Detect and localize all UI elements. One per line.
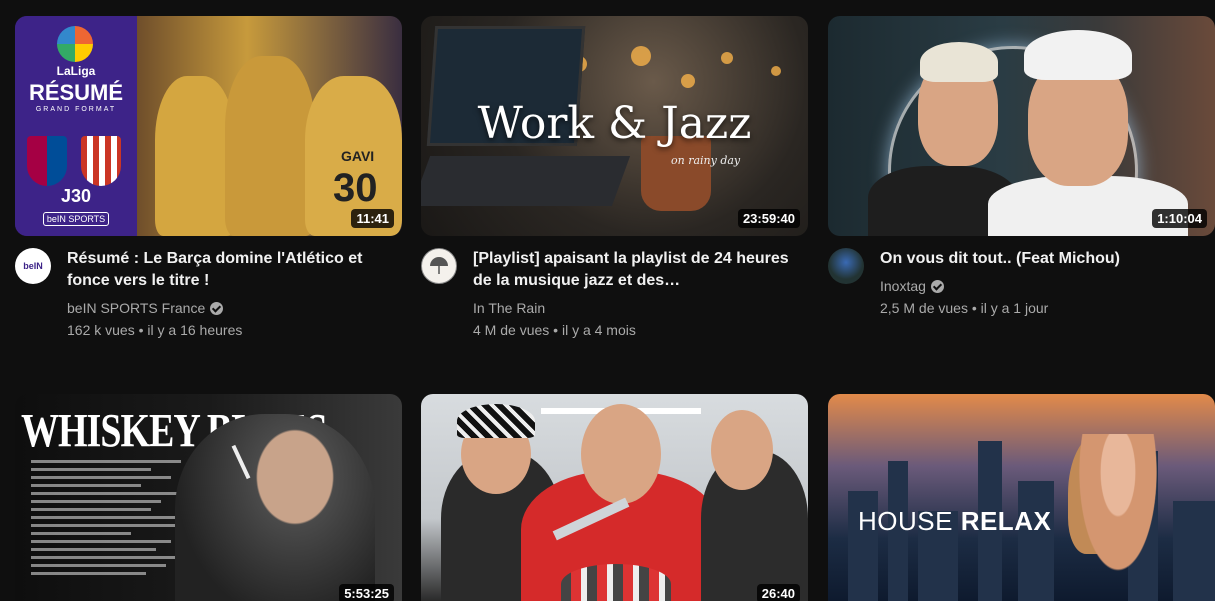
person-hair — [1024, 30, 1132, 80]
channel-name[interactable]: beIN SPORTS France — [67, 298, 205, 318]
thumbnail-text-brand: beIN SPORTS — [43, 212, 109, 226]
jersey-name: GAVI — [341, 148, 375, 164]
video-thumbnail[interactable]: Work & Jazz on rainy day 23:59:40 — [421, 16, 808, 236]
video-duration: 26:40 — [756, 584, 800, 601]
video-card: 26:40 — [421, 394, 808, 601]
umbrella-icon — [430, 257, 448, 274]
barca-crest-icon — [27, 136, 67, 186]
jersey-number: 30 — [333, 166, 378, 210]
bokeh-light — [721, 52, 733, 64]
video-duration: 5:53:25 — [339, 584, 394, 601]
channel-avatar[interactable] — [828, 248, 864, 284]
video-grid: LaLiga RÉSUMÉ GRAND FORMAT J30 beIN SPOR… — [0, 0, 1215, 601]
channel-row: Inoxtag — [880, 276, 1215, 296]
video-thumbnail[interactable]: HOUSE RELAX — [828, 394, 1215, 601]
verified-check-icon — [930, 279, 944, 293]
city-building — [1018, 481, 1054, 601]
smoking-man-figure — [175, 414, 375, 601]
channel-avatar[interactable] — [421, 248, 457, 284]
video-meta: beIN Résumé : Le Barça domine l'Atlético… — [15, 248, 402, 340]
video-stats: 4 M de vues • il y a 4 mois — [473, 320, 808, 340]
video-thumbnail[interactable]: LaLiga RÉSUMÉ GRAND FORMAT J30 beIN SPOR… — [15, 16, 402, 236]
city-building — [1173, 501, 1215, 601]
bokeh-light — [771, 66, 781, 76]
video-meta: [Playlist] apaisant la playlist de 24 he… — [421, 248, 808, 340]
channel-avatar[interactable]: beIN — [15, 248, 51, 284]
laptop-keyboard — [421, 156, 631, 206]
player-figure — [225, 56, 315, 236]
upload-age: il y a 4 mois — [561, 322, 636, 338]
channel-name[interactable]: In The Rain — [473, 298, 545, 318]
view-count: 162 k vues — [67, 322, 135, 338]
thumbnail-text-sub: on rainy day — [671, 154, 741, 167]
channel-row: In The Rain — [473, 298, 808, 318]
video-title[interactable]: [Playlist] apaisant la playlist de 24 he… — [473, 248, 808, 292]
upload-age: il y a 16 heures — [147, 322, 243, 338]
person-face — [581, 404, 661, 504]
bokeh-light — [681, 74, 695, 88]
avatar-text: beIN — [23, 261, 43, 271]
thumbnail-text-headline: Work & Jazz — [477, 98, 752, 149]
video-info: Résumé : Le Barça domine l'Atlético et f… — [67, 248, 402, 340]
laliga-logo-icon — [57, 26, 93, 62]
bokeh-light — [631, 46, 651, 66]
verified-check-icon — [210, 301, 224, 315]
video-stats: 162 k vues • il y a 16 heures — [67, 320, 402, 340]
view-count: 2,5 M de vues — [880, 300, 968, 316]
thumbnail-text-headline: RÉSUMÉ — [28, 80, 124, 105]
video-title[interactable]: Résumé : Le Barça domine l'Atlético et f… — [67, 248, 402, 292]
video-card: Work & Jazz on rainy day 23:59:40 [Playl… — [421, 16, 808, 340]
video-title[interactable]: On vous dit tout.. (Feat Michou) — [880, 248, 1215, 270]
video-duration: 23:59:40 — [737, 209, 800, 228]
video-duration: 1:10:04 — [1152, 209, 1207, 228]
thumbnail-text-light: HOUSE — [858, 506, 961, 536]
video-card: LaLiga RÉSUMÉ GRAND FORMAT J30 beIN SPOR… — [15, 16, 402, 340]
video-info: On vous dit tout.. (Feat Michou) Inoxtag… — [880, 248, 1215, 318]
player-figure — [155, 76, 235, 236]
thumbnail-text-round: J30 — [60, 186, 92, 206]
video-info: [Playlist] apaisant la playlist de 24 he… — [473, 248, 808, 340]
thumbnail-text-bold: RELAX — [960, 506, 1052, 536]
beanie-hat — [457, 404, 535, 438]
video-meta: On vous dit tout.. (Feat Michou) Inoxtag… — [828, 248, 1215, 318]
thumbnail-text-sub: GRAND FORMAT — [35, 106, 117, 113]
video-card: HOUSE RELAX — [828, 394, 1215, 601]
video-card: 1:10:04 On vous dit tout.. (Feat Michou)… — [828, 16, 1215, 318]
thumbnail-text-league: LaLiga — [56, 64, 96, 78]
video-duration: 11:41 — [351, 209, 394, 228]
thumbnail-text-headline: HOUSE RELAX — [858, 506, 1051, 537]
person-hair — [920, 42, 998, 82]
video-stats: 2,5 M de vues • il y a 1 jour — [880, 298, 1215, 318]
upload-age: il y a 1 jour — [980, 300, 1049, 316]
channel-name[interactable]: Inoxtag — [880, 276, 926, 296]
separator: • — [134, 322, 148, 338]
cake-object — [561, 564, 671, 601]
video-card: WHISKEY BLUES 5:53:25 — [15, 394, 402, 601]
channel-row: beIN SPORTS France — [67, 298, 402, 318]
video-thumbnail[interactable]: WHISKEY BLUES 5:53:25 — [15, 394, 402, 601]
separator: • — [549, 322, 562, 338]
atletico-crest-icon — [81, 136, 121, 186]
video-thumbnail[interactable]: 1:10:04 — [828, 16, 1215, 236]
separator: • — [967, 300, 981, 316]
person-face — [711, 410, 773, 490]
view-count: 4 M de vues — [473, 322, 550, 338]
woman-figure — [1058, 434, 1178, 601]
video-thumbnail[interactable]: 26:40 — [421, 394, 808, 601]
